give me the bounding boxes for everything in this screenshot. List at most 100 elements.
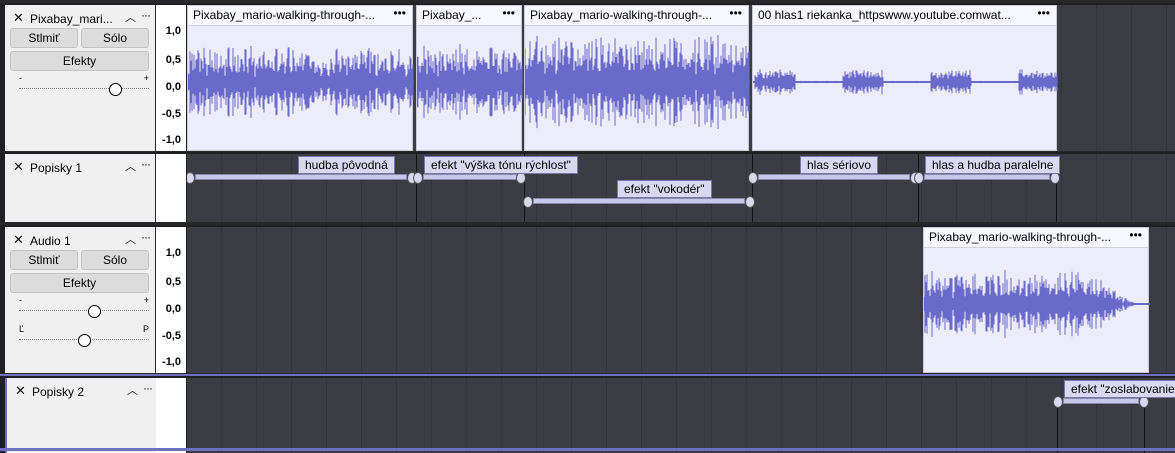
audio-clip[interactable]: Pixabay_mario-walking-through-... ••• [187,5,414,151]
close-icon[interactable]: ✕ [13,159,24,175]
scale-tick: 0,5 [165,276,181,288]
audio-track-pixabay: ✕ Pixabay_mari... ︿ ··· Stlmiť Sólo Efek… [0,3,1175,151]
track-header[interactable]: ✕ Popisky 2 ︿ ··· [5,378,158,453]
track-name[interactable]: Pixabay_mari... [30,12,113,26]
more-icon[interactable]: ··· [141,157,151,171]
pan-right-label: P [142,324,149,334]
audio-clip[interactable]: 00 hlas1 riekanka_httpswww.youtube.comwa… [752,5,1058,151]
label-lane[interactable]: efekt "zoslabovanie [187,378,1175,453]
close-icon[interactable]: ✕ [15,383,26,399]
label-text[interactable]: hlas sériovo [800,156,879,174]
label-text[interactable]: hudba pôvodná [298,156,395,174]
clip-title: Pixabay_... [422,8,482,22]
vertical-ruler: 1,0 0,5 0,0 -0,5 -1,0 [156,5,186,151]
clip-title-bar[interactable]: Pixabay_mario-walking-through-... ••• [525,6,748,26]
clip-menu-icon[interactable]: ••• [1129,228,1142,242]
audio-clip[interactable]: Pixabay_mario-walking-through-... ••• [524,5,750,151]
label-span[interactable] [195,174,407,180]
pan-left-label: Ľ [19,324,25,334]
label-start-handle[interactable] [914,172,924,184]
vertical-ruler [156,154,186,222]
track-name[interactable]: Popisky 1 [30,161,82,175]
clip-title-bar[interactable]: Pixabay_... ••• [417,6,521,26]
clip-title-bar[interactable]: Pixabay_mario-walking-through-... ••• [188,6,412,26]
mute-button[interactable]: Stlmiť [10,250,78,270]
scale-tick: 1,0 [165,25,181,37]
label-span[interactable] [533,198,745,204]
clip-menu-icon[interactable]: ••• [393,6,406,20]
audio-clip[interactable]: Pixabay_... ••• [416,5,523,151]
scale-tick: -0,5 [162,108,181,120]
close-icon[interactable]: ✕ [13,232,24,248]
label-text[interactable]: hlas a hudba paralelne [925,156,1061,174]
label-text[interactable]: efekt "zoslabovanie [1064,380,1175,398]
label-span[interactable] [1063,398,1139,404]
scale-tick: 1,0 [165,247,181,259]
gain-slider-knob[interactable] [88,305,101,318]
label-start-handle[interactable] [1053,396,1063,408]
clip-menu-icon[interactable]: ••• [502,6,515,20]
chevron-up-icon[interactable]: ︿ [125,231,136,247]
gain-max-label: + [143,73,149,83]
label-text[interactable]: efekt "výška tónu rýchlost" [424,156,578,174]
clip-title-bar[interactable]: 00 hlas1 riekanka_httpswww.youtube.comwa… [753,6,1056,26]
gain-slider[interactable]: - + [19,295,149,319]
label-start-handle[interactable] [523,196,533,208]
more-icon[interactable]: ··· [141,8,151,22]
clip-title-bar[interactable]: Pixabay_mario-walking-through-... ••• [924,228,1148,248]
pan-slider[interactable]: Ľ P [19,324,149,348]
label-span[interactable] [924,174,1050,180]
waveform [525,35,750,129]
clip-menu-icon[interactable]: ••• [729,6,742,20]
more-icon[interactable]: ··· [141,230,151,244]
waveform [417,44,523,120]
audio-track-audio1: ✕ Audio 1 ︿ ··· Stlmiť Sólo Efekty - + Ľ… [0,225,1175,373]
label-boundary [918,154,919,222]
solo-button[interactable]: Sólo [81,250,149,270]
clip-title: Pixabay_mario-walking-through-... [193,8,376,22]
gain-slider[interactable]: - + [19,73,149,97]
pan-slider-knob[interactable] [78,334,91,347]
track-name[interactable]: Audio 1 [30,234,71,248]
label-track-2: ✕ Popisky 2 ︿ ··· efekt "zoslabovanie [0,374,1175,453]
label-boundary [416,154,417,222]
label-span[interactable] [758,174,910,180]
audio-clip[interactable]: Pixabay_mario-walking-through-... ••• [923,227,1150,373]
effects-button[interactable]: Efekty [10,51,149,71]
mute-button[interactable]: Stlmiť [10,28,78,48]
label-boundary [752,154,753,222]
scale-tick: 0,5 [165,54,181,66]
label-span[interactable] [423,174,517,180]
track-header[interactable]: ✕ Audio 1 ︿ ··· Stlmiť Sólo Efekty - + Ľ… [5,227,156,373]
waveform [753,69,1058,95]
label-lane[interactable]: hudba pôvodná efekt "výška tónu rýchlost… [187,154,1175,222]
clip-menu-icon[interactable]: ••• [1037,6,1050,20]
track-header[interactable]: ✕ Popisky 1 ︿ ··· [5,154,156,222]
clip-title: 00 hlas1 riekanka_httpswww.youtube.comwa… [758,8,1011,22]
track-lane[interactable]: Pixabay_mario-walking-through-... ••• Pix… [187,5,1175,151]
scale-tick: 0,0 [165,303,181,315]
label-start-handle[interactable] [748,172,758,184]
clip-title: Pixabay_mario-walking-through-... [530,8,713,22]
solo-button[interactable]: Sólo [81,28,149,48]
chevron-up-icon[interactable]: ︿ [125,9,136,25]
chevron-up-icon[interactable]: ︿ [125,158,136,174]
gain-slider-knob[interactable] [109,83,122,96]
label-text[interactable]: efekt "vokodér" [617,180,712,198]
waveform [924,270,1150,338]
close-icon[interactable]: ✕ [13,10,24,26]
label-end-handle[interactable] [745,196,755,208]
waveform [188,46,414,118]
track-name[interactable]: Popisky 2 [32,385,84,399]
track-header[interactable]: ✕ Pixabay_mari... ︿ ··· Stlmiť Sólo Efek… [5,5,156,151]
label-start-handle[interactable] [413,172,423,184]
clip-title: Pixabay_mario-walking-through-... [929,230,1112,244]
label-start-handle[interactable] [187,172,195,184]
track-lane[interactable]: Pixabay_mario-walking-through-... ••• [187,227,1175,373]
scale-tick: 0,0 [165,81,181,93]
effects-button[interactable]: Efekty [10,273,149,293]
vertical-ruler: 1,0 0,5 0,0 -0,5 -1,0 [156,227,186,373]
chevron-up-icon[interactable]: ︿ [127,382,138,398]
more-icon[interactable]: ··· [143,381,153,395]
vertical-ruler [156,378,186,453]
